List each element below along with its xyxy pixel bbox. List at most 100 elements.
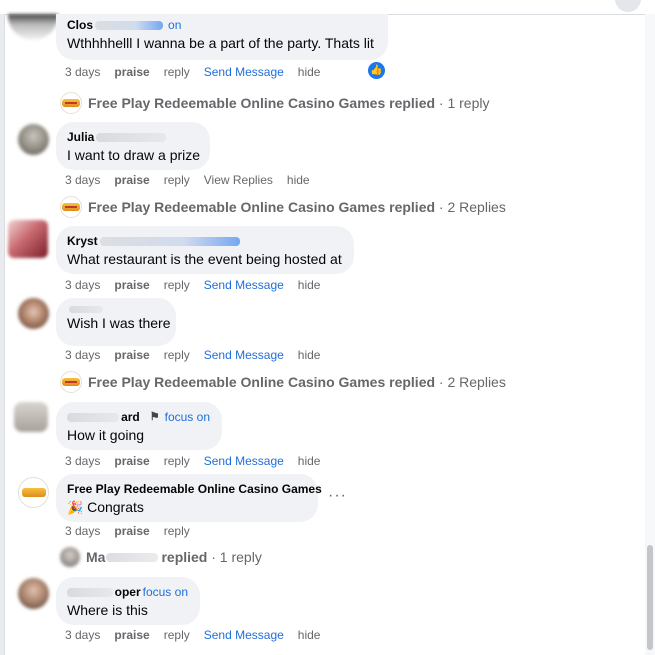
- send-message-button[interactable]: Send Message: [204, 348, 284, 362]
- comment-text: How it going: [67, 427, 145, 443]
- comment-actions: 3 days praise reply Send Message hide: [65, 628, 334, 642]
- comment-bubble: Clos on Wthhhhelll I wanna be a part of t…: [56, 14, 388, 60]
- left-divider: [4, 14, 5, 655]
- comment-author[interactable]: Free Play Redeemable Online Casino Games: [67, 482, 322, 497]
- redaction: [95, 21, 164, 30]
- comment-actions: 3 days praise reply Send Message hide: [65, 454, 334, 468]
- replies-toggle[interactable]: Free Play Redeemable Online Casino Games…: [60, 371, 506, 393]
- follow-link[interactable]: focus on: [165, 410, 210, 425]
- page-logo-icon: [60, 92, 82, 114]
- timestamp[interactable]: 3 days: [65, 65, 100, 79]
- send-message-button[interactable]: Send Message: [204, 65, 284, 79]
- close-button[interactable]: [615, 0, 641, 12]
- redaction: [69, 306, 103, 313]
- hide-button[interactable]: hide: [298, 628, 321, 642]
- praise-button[interactable]: praise: [114, 454, 149, 468]
- comment-bubble: Wish I was there: [56, 298, 176, 346]
- send-message-button[interactable]: Send Message: [204, 454, 284, 468]
- comment-author[interactable]: Kryst: [67, 234, 98, 249]
- comment-actions: 3 days praise reply: [65, 524, 204, 538]
- comment-actions: 3 days praise reply Send Message hide: [65, 348, 334, 362]
- top-bar: [0, 0, 655, 15]
- avatar[interactable]: [18, 578, 49, 609]
- replies-toggle[interactable]: Ma replied · 1 reply: [60, 547, 262, 567]
- flag-icon: ⚑: [149, 411, 160, 423]
- hide-button[interactable]: hide: [298, 348, 321, 362]
- avatar[interactable]: [18, 298, 49, 329]
- comment-bubble: Free Play Redeemable Online Casino Games…: [56, 474, 322, 522]
- reply-count: · 2 Replies: [438, 199, 506, 215]
- reply-label: replied: [161, 549, 208, 565]
- page-logo-icon: [60, 196, 82, 218]
- reply-count: · 1 reply: [438, 95, 490, 111]
- hide-button[interactable]: hide: [298, 65, 321, 79]
- hide-button[interactable]: hide: [298, 278, 321, 292]
- party-popper-icon: 🎉: [67, 500, 84, 515]
- scrollbar-thumb[interactable]: [647, 545, 653, 650]
- comment-actions: 3 days praise reply Send Message hide: [65, 65, 334, 79]
- reply-button[interactable]: reply: [164, 524, 190, 538]
- reply-button[interactable]: reply: [164, 348, 190, 362]
- redaction: [106, 552, 159, 562]
- praise-button[interactable]: praise: [114, 628, 149, 642]
- reply-author: Free Play Redeemable Online Casino Games…: [88, 199, 436, 215]
- reply-count: · 1 reply: [211, 549, 262, 565]
- comment-text: Wthhhhelll I wanna be a part of the part…: [67, 35, 374, 51]
- redaction: [67, 588, 113, 597]
- follow-link[interactable]: focus on: [143, 585, 188, 600]
- send-message-button[interactable]: Send Message: [204, 628, 284, 642]
- comment-bubble: Kryst What restaurant is the event being…: [56, 226, 354, 274]
- redaction: [67, 413, 120, 422]
- page-logo-icon: [60, 371, 82, 393]
- redaction: [99, 237, 240, 246]
- timestamp[interactable]: 3 days: [65, 173, 100, 187]
- comment-text: Where is this: [67, 602, 148, 618]
- send-message-button[interactable]: Send Message: [204, 278, 284, 292]
- comment-bubble: oper focus on Where is this: [56, 577, 200, 625]
- hide-button[interactable]: hide: [287, 173, 310, 187]
- avatar: [60, 547, 80, 567]
- reply-author: Free Play Redeemable Online Casino Games…: [88, 95, 436, 111]
- reply-button[interactable]: reply: [164, 65, 190, 79]
- comment-bubble: ard ⚑ focus on How it going: [56, 402, 222, 450]
- timestamp[interactable]: 3 days: [65, 524, 100, 538]
- avatar[interactable]: [14, 402, 48, 432]
- comment-bubble: Julia I want to draw a prize: [56, 122, 210, 170]
- avatar[interactable]: [18, 124, 49, 155]
- timestamp[interactable]: 3 days: [65, 454, 100, 468]
- praise-button[interactable]: praise: [114, 173, 149, 187]
- praise-button[interactable]: praise: [114, 524, 149, 538]
- reply-author: Free Play Redeemable Online Casino Games…: [88, 374, 436, 390]
- more-options-icon[interactable]: ···: [328, 487, 347, 505]
- comment-actions: 3 days praise reply View Replies hide: [65, 173, 324, 187]
- reply-button[interactable]: reply: [164, 628, 190, 642]
- hide-button[interactable]: hide: [298, 454, 321, 468]
- comment-author[interactable]: Clos: [67, 18, 93, 33]
- timestamp[interactable]: 3 days: [65, 278, 100, 292]
- reply-button[interactable]: reply: [164, 173, 190, 187]
- comment-actions: 3 days praise reply Send Message hide: [65, 278, 334, 292]
- reply-button[interactable]: reply: [164, 278, 190, 292]
- comment-author[interactable]: oper: [115, 585, 141, 600]
- reply-button[interactable]: reply: [164, 454, 190, 468]
- like-reaction-icon[interactable]: 👍: [368, 62, 385, 79]
- view-replies-button[interactable]: View Replies: [204, 173, 273, 187]
- page-logo-icon: [22, 488, 46, 497]
- avatar[interactable]: [8, 14, 58, 40]
- timestamp[interactable]: 3 days: [65, 628, 100, 642]
- praise-button[interactable]: praise: [114, 278, 149, 292]
- replies-toggle[interactable]: Free Play Redeemable Online Casino Games…: [60, 196, 506, 218]
- praise-button[interactable]: praise: [114, 348, 149, 362]
- comment-text: Wish I was there: [67, 315, 171, 331]
- page-avatar[interactable]: [18, 477, 49, 508]
- timestamp[interactable]: 3 days: [65, 348, 100, 362]
- comment-text: I want to draw a prize: [67, 147, 201, 163]
- avatar[interactable]: [8, 220, 48, 258]
- reply-author: Ma: [86, 549, 106, 565]
- comment-author[interactable]: ard: [121, 410, 140, 425]
- comment-author[interactable]: Julia: [67, 130, 94, 145]
- redaction: [96, 133, 167, 142]
- praise-button[interactable]: praise: [114, 65, 149, 79]
- replies-toggle[interactable]: Free Play Redeemable Online Casino Games…: [60, 92, 490, 114]
- follow-link[interactable]: on: [168, 18, 181, 33]
